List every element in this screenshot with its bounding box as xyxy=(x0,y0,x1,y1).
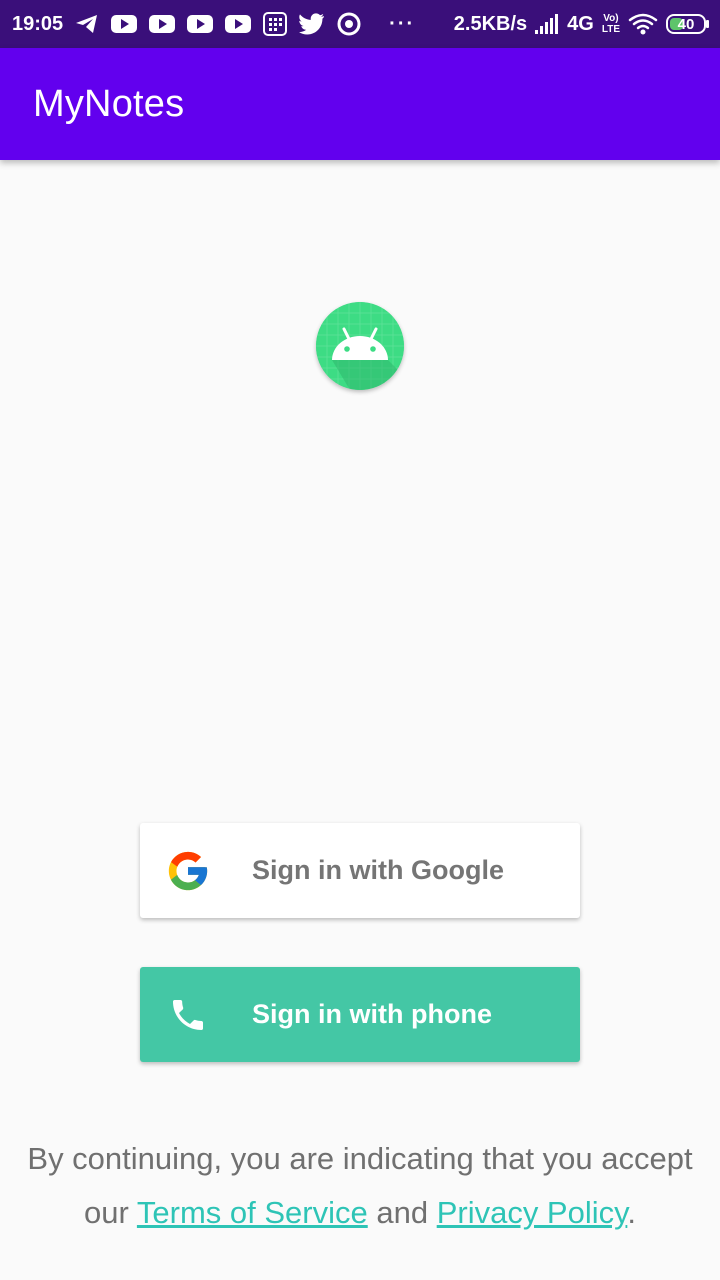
twitter-icon xyxy=(299,13,325,35)
sign-in-google-label: Sign in with Google xyxy=(252,855,504,885)
app-bar: MyNotes xyxy=(0,48,720,160)
status-bar: 19:05 ··· 2.5KB/s 4G Vo) LTE 40 xyxy=(0,0,720,48)
youtube-icon xyxy=(111,14,138,34)
terms-middle: and xyxy=(367,1195,437,1230)
terms-suffix: . xyxy=(627,1195,636,1230)
status-bar-left: 19:05 ··· xyxy=(12,12,415,36)
volte-badge: Vo) LTE xyxy=(602,13,620,35)
app-title: MyNotes xyxy=(33,82,185,125)
terms-notice: By continuing, you are indicating that y… xyxy=(0,1132,720,1240)
terms-of-service-link[interactable]: Terms of Service xyxy=(137,1195,368,1230)
phone-icon xyxy=(165,992,211,1038)
battery-icon: 40 xyxy=(666,13,710,35)
status-bar-right: 2.5KB/s 4G Vo) LTE 40 xyxy=(454,13,710,36)
more-notifications-icon: ··· xyxy=(389,12,416,35)
sign-in-phone-label: Sign in with phone xyxy=(252,999,492,1029)
terms-prefix: our xyxy=(84,1195,137,1230)
battery-level: 40 xyxy=(677,15,695,33)
android-icon xyxy=(316,302,404,390)
terms-line-1: By continuing, you are indicating that y… xyxy=(27,1141,693,1176)
wifi-icon xyxy=(628,13,658,35)
network-speed: 2.5KB/s xyxy=(453,12,528,35)
google-g-icon xyxy=(165,848,211,894)
privacy-policy-link[interactable]: Privacy Policy xyxy=(437,1195,628,1230)
sign-in-phone-button[interactable]: Sign in with phone xyxy=(140,967,580,1062)
chrome-icon xyxy=(337,12,361,36)
calculator-icon xyxy=(263,12,288,36)
youtube-icon xyxy=(187,14,214,34)
youtube-icon xyxy=(225,14,252,34)
youtube-icon xyxy=(149,14,176,34)
volte-top: Vo) xyxy=(603,13,619,24)
status-time: 19:05 xyxy=(12,12,64,35)
sign-in-google-button[interactable]: Sign in with Google xyxy=(140,823,580,918)
terms-line-2: our Terms of Service and Privacy Policy. xyxy=(0,1186,720,1240)
telegram-icon xyxy=(75,13,99,35)
signal-icon xyxy=(535,14,559,34)
volte-bottom: LTE xyxy=(601,24,620,35)
network-type: 4G xyxy=(567,12,594,35)
